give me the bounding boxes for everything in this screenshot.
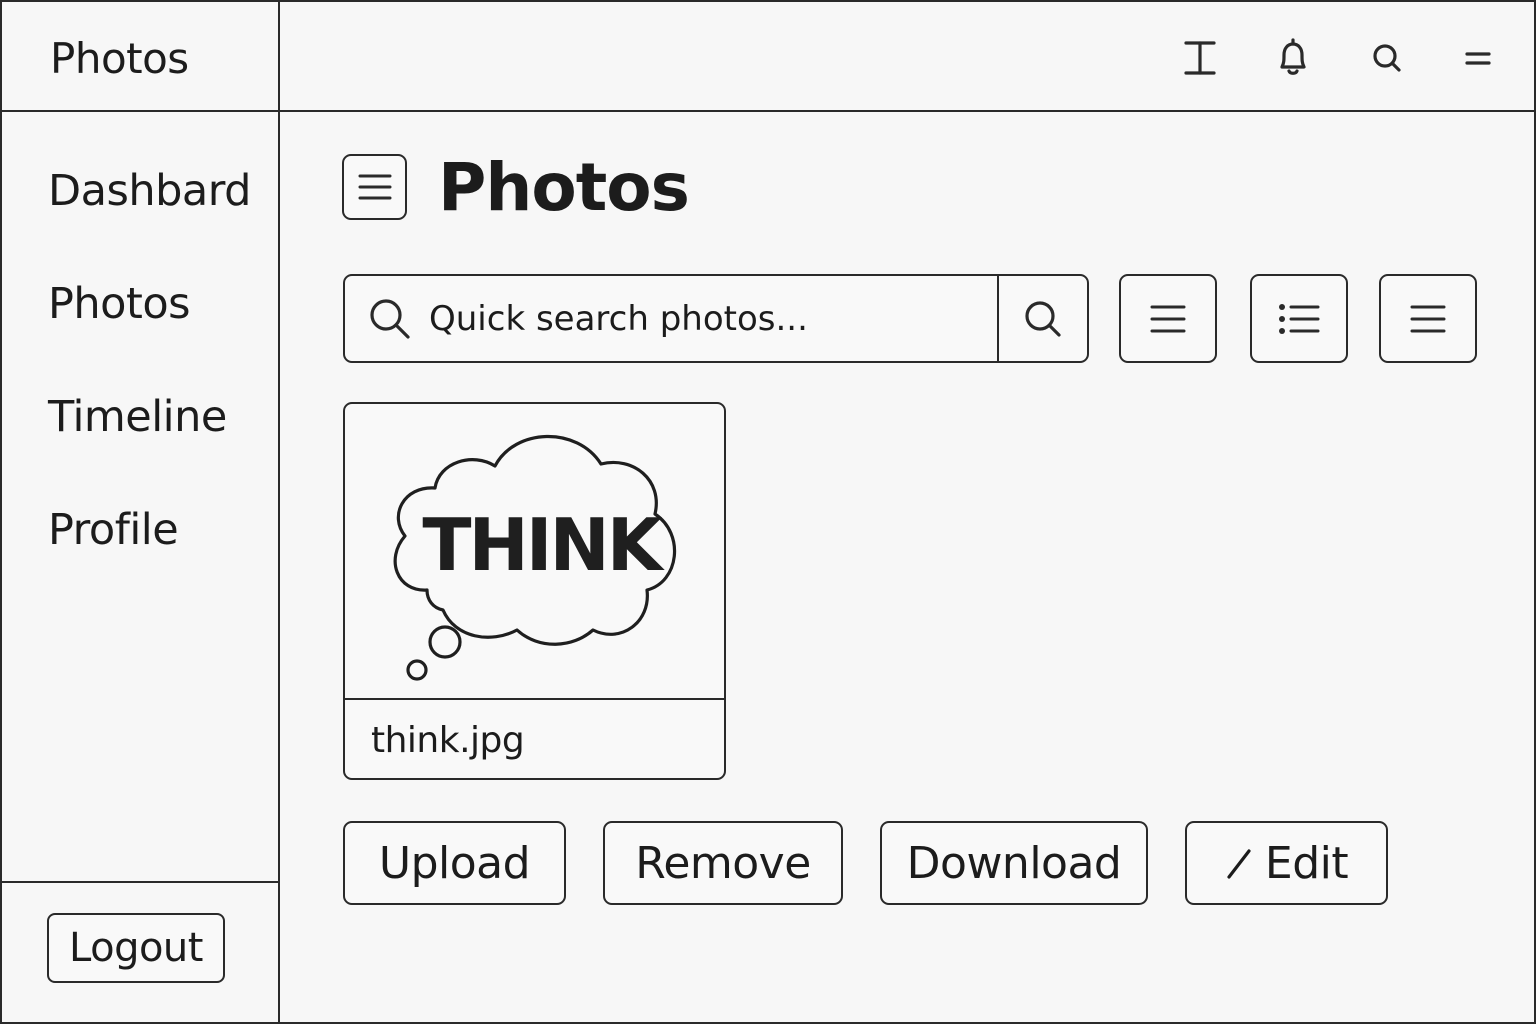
- sidebar-item-dashboard[interactable]: Dashbard: [48, 166, 251, 216]
- bell-icon[interactable]: [1271, 34, 1315, 82]
- search-box: [343, 274, 1089, 363]
- view-options-button[interactable]: [1379, 274, 1477, 363]
- lines-icon: [1150, 305, 1186, 332]
- page-menu-button[interactable]: [342, 154, 407, 220]
- upload-button[interactable]: Upload: [343, 821, 566, 905]
- text-cursor-icon[interactable]: [1178, 34, 1222, 82]
- edit-label: Edit: [1264, 837, 1349, 889]
- thought-bubble-image: THINK: [393, 434, 677, 681]
- remove-button[interactable]: Remove: [603, 821, 843, 905]
- upload-label: Upload: [378, 837, 531, 889]
- menu-icon[interactable]: [1456, 34, 1500, 82]
- sidebar-item-timeline[interactable]: Timeline: [48, 392, 227, 442]
- brand: Photos: [0, 0, 280, 112]
- search-icon[interactable]: [1365, 34, 1409, 82]
- sidebar-item-profile[interactable]: Profile: [48, 505, 179, 555]
- lines-icon: [1410, 305, 1446, 332]
- logout-button[interactable]: Logout: [47, 913, 225, 983]
- search-icon: [370, 299, 410, 339]
- page-title: Photos: [438, 149, 690, 226]
- photo-thumbnail: THINK: [345, 404, 724, 700]
- search-submit-button[interactable]: [997, 276, 1087, 361]
- image-text: THINK: [422, 503, 664, 587]
- lines-icon: [358, 174, 391, 200]
- download-button[interactable]: Download: [880, 821, 1148, 905]
- top-bar: [280, 0, 1536, 112]
- search-input[interactable]: [429, 288, 989, 350]
- search-icon: [1025, 300, 1061, 337]
- view-lines-button[interactable]: [1119, 274, 1217, 363]
- pencil-icon: [1227, 849, 1251, 879]
- photo-card[interactable]: THINK think.jpg: [343, 402, 726, 780]
- edit-button[interactable]: Edit: [1185, 821, 1388, 905]
- photo-filename: think.jpg: [371, 720, 525, 761]
- brand-title: Photos: [50, 34, 189, 83]
- sidebar: Photos Dashbard Photos Timeline Profile …: [0, 0, 280, 1024]
- view-list-button[interactable]: [1250, 274, 1348, 363]
- sidebar-item-photos[interactable]: Photos: [48, 279, 191, 329]
- sidebar-footer: Logout: [0, 881, 280, 1024]
- remove-label: Remove: [635, 837, 811, 889]
- bulleted-list-icon: [1279, 303, 1320, 334]
- download-label: Download: [906, 837, 1122, 889]
